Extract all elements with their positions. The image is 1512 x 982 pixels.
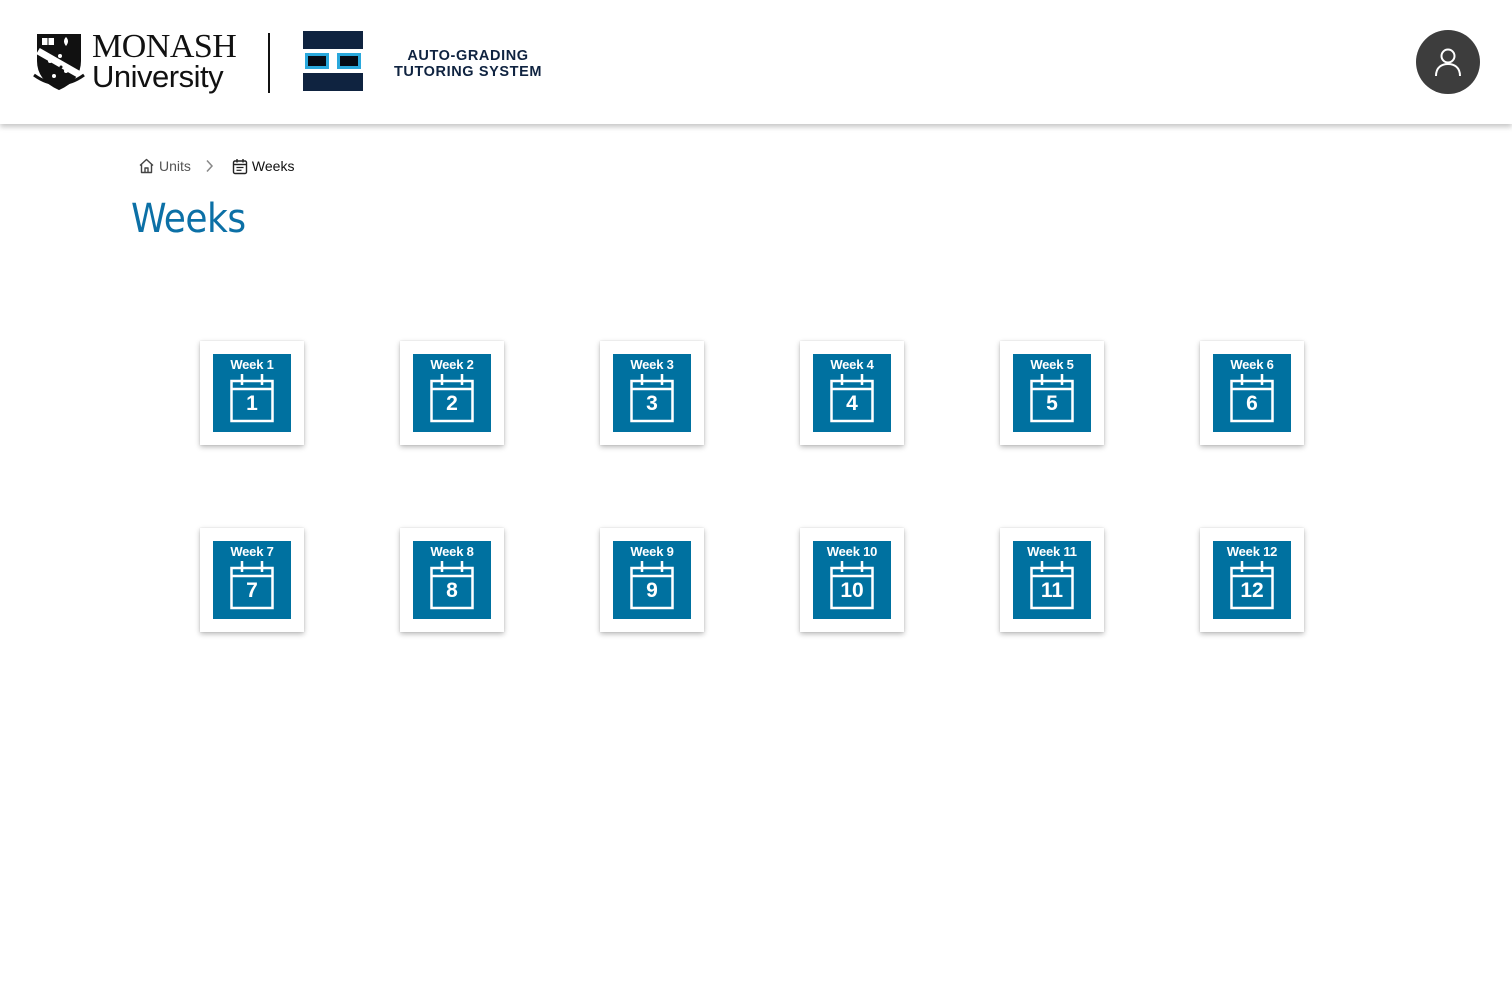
week-number: 12 (1240, 579, 1264, 602)
breadcrumb-units[interactable]: Units (138, 158, 191, 174)
week-label: Week 8 (430, 544, 474, 559)
week-tile: Week 2 2 (413, 354, 491, 432)
week-tile: Week 5 5 (1013, 354, 1091, 432)
breadcrumb-weeks-label: Weeks (251, 158, 295, 174)
logo-divider (268, 33, 270, 93)
week-tile: Week 1 1 (213, 354, 291, 432)
chevron-right-icon (205, 159, 214, 173)
week-tile: Week 3 3 (613, 354, 691, 432)
week-number: 11 (1040, 579, 1064, 602)
week-tile: Week 12 12 (1213, 541, 1291, 619)
week-card-8[interactable]: Week 8 8 (400, 528, 504, 632)
week-card-4[interactable]: Week 4 4 (800, 341, 904, 445)
week-tile: Week 7 7 (213, 541, 291, 619)
week-card-7[interactable]: Week 7 7 (200, 528, 304, 632)
page-title: Weeks (131, 196, 246, 242)
week-tile: Week 9 9 (613, 541, 691, 619)
monash-crest-icon (33, 34, 85, 91)
week-card-3[interactable]: Week 3 3 (600, 341, 704, 445)
week-card-6[interactable]: Week 6 6 (1200, 341, 1304, 445)
monash-university-logo[interactable]: MONASH University (32, 28, 237, 94)
week-card-10[interactable]: Week 10 10 (800, 528, 904, 632)
week-label: Week 10 (826, 544, 878, 559)
ags-title: AUTO-GRADING TUTORING SYSTEM (383, 48, 553, 80)
university-wordmark: University (92, 59, 224, 94)
ags-logo-icon[interactable] (303, 31, 363, 91)
week-label: Week 6 (1230, 357, 1274, 372)
week-number: 8 (446, 579, 458, 602)
week-tile: Week 6 6 (1213, 354, 1291, 432)
week-label: Week 9 (630, 544, 674, 559)
breadcrumb-weeks: Weeks (232, 158, 295, 175)
week-number: 3 (646, 392, 658, 415)
week-card-2[interactable]: Week 2 2 (400, 341, 504, 445)
week-label: Week 12 (1226, 544, 1278, 559)
week-label: Week 7 (230, 544, 274, 559)
week-tile: Week 10 10 (813, 541, 891, 619)
breadcrumb: Units Weeks (138, 156, 294, 176)
week-number: 7 (246, 579, 258, 602)
week-card-9[interactable]: Week 9 9 (600, 528, 704, 632)
week-number: 5 (1046, 392, 1058, 415)
ags-title-line1: AUTO-GRADING (407, 48, 529, 64)
week-tile: Week 11 11 (1013, 541, 1091, 619)
week-label: Week 1 (230, 357, 274, 372)
week-tile: Week 4 4 (813, 354, 891, 432)
week-label: Week 3 (630, 357, 674, 372)
ags-title-line2: TUTORING SYSTEM (393, 64, 543, 80)
monash-wordmark: MONASH (92, 28, 237, 65)
week-label: Week 11 (1027, 544, 1077, 559)
week-number: 2 (446, 392, 458, 415)
app-header: MONASH University AUTO-GRADING TUTORING … (0, 0, 1512, 124)
week-tile: Week 8 8 (413, 541, 491, 619)
week-number: 1 (246, 392, 258, 415)
week-number: 6 (1246, 392, 1258, 415)
week-number: 10 (840, 579, 864, 602)
user-icon (1435, 48, 1461, 77)
home-icon (139, 158, 154, 174)
user-avatar-button[interactable] (1416, 30, 1480, 94)
week-number: 9 (646, 579, 658, 602)
week-card-1[interactable]: Week 1 1 (200, 341, 304, 445)
week-label: Week 2 (430, 357, 474, 372)
week-card-12[interactable]: Week 12 12 (1200, 528, 1304, 632)
week-card-11[interactable]: Week 11 11 (1000, 528, 1104, 632)
breadcrumb-units-label: Units (159, 158, 191, 174)
week-label: Week 4 (830, 357, 874, 372)
week-card-5[interactable]: Week 5 5 (1000, 341, 1104, 445)
calendar-icon (232, 158, 248, 174)
week-number: 4 (846, 392, 858, 415)
week-label: Week 5 (1030, 357, 1074, 372)
